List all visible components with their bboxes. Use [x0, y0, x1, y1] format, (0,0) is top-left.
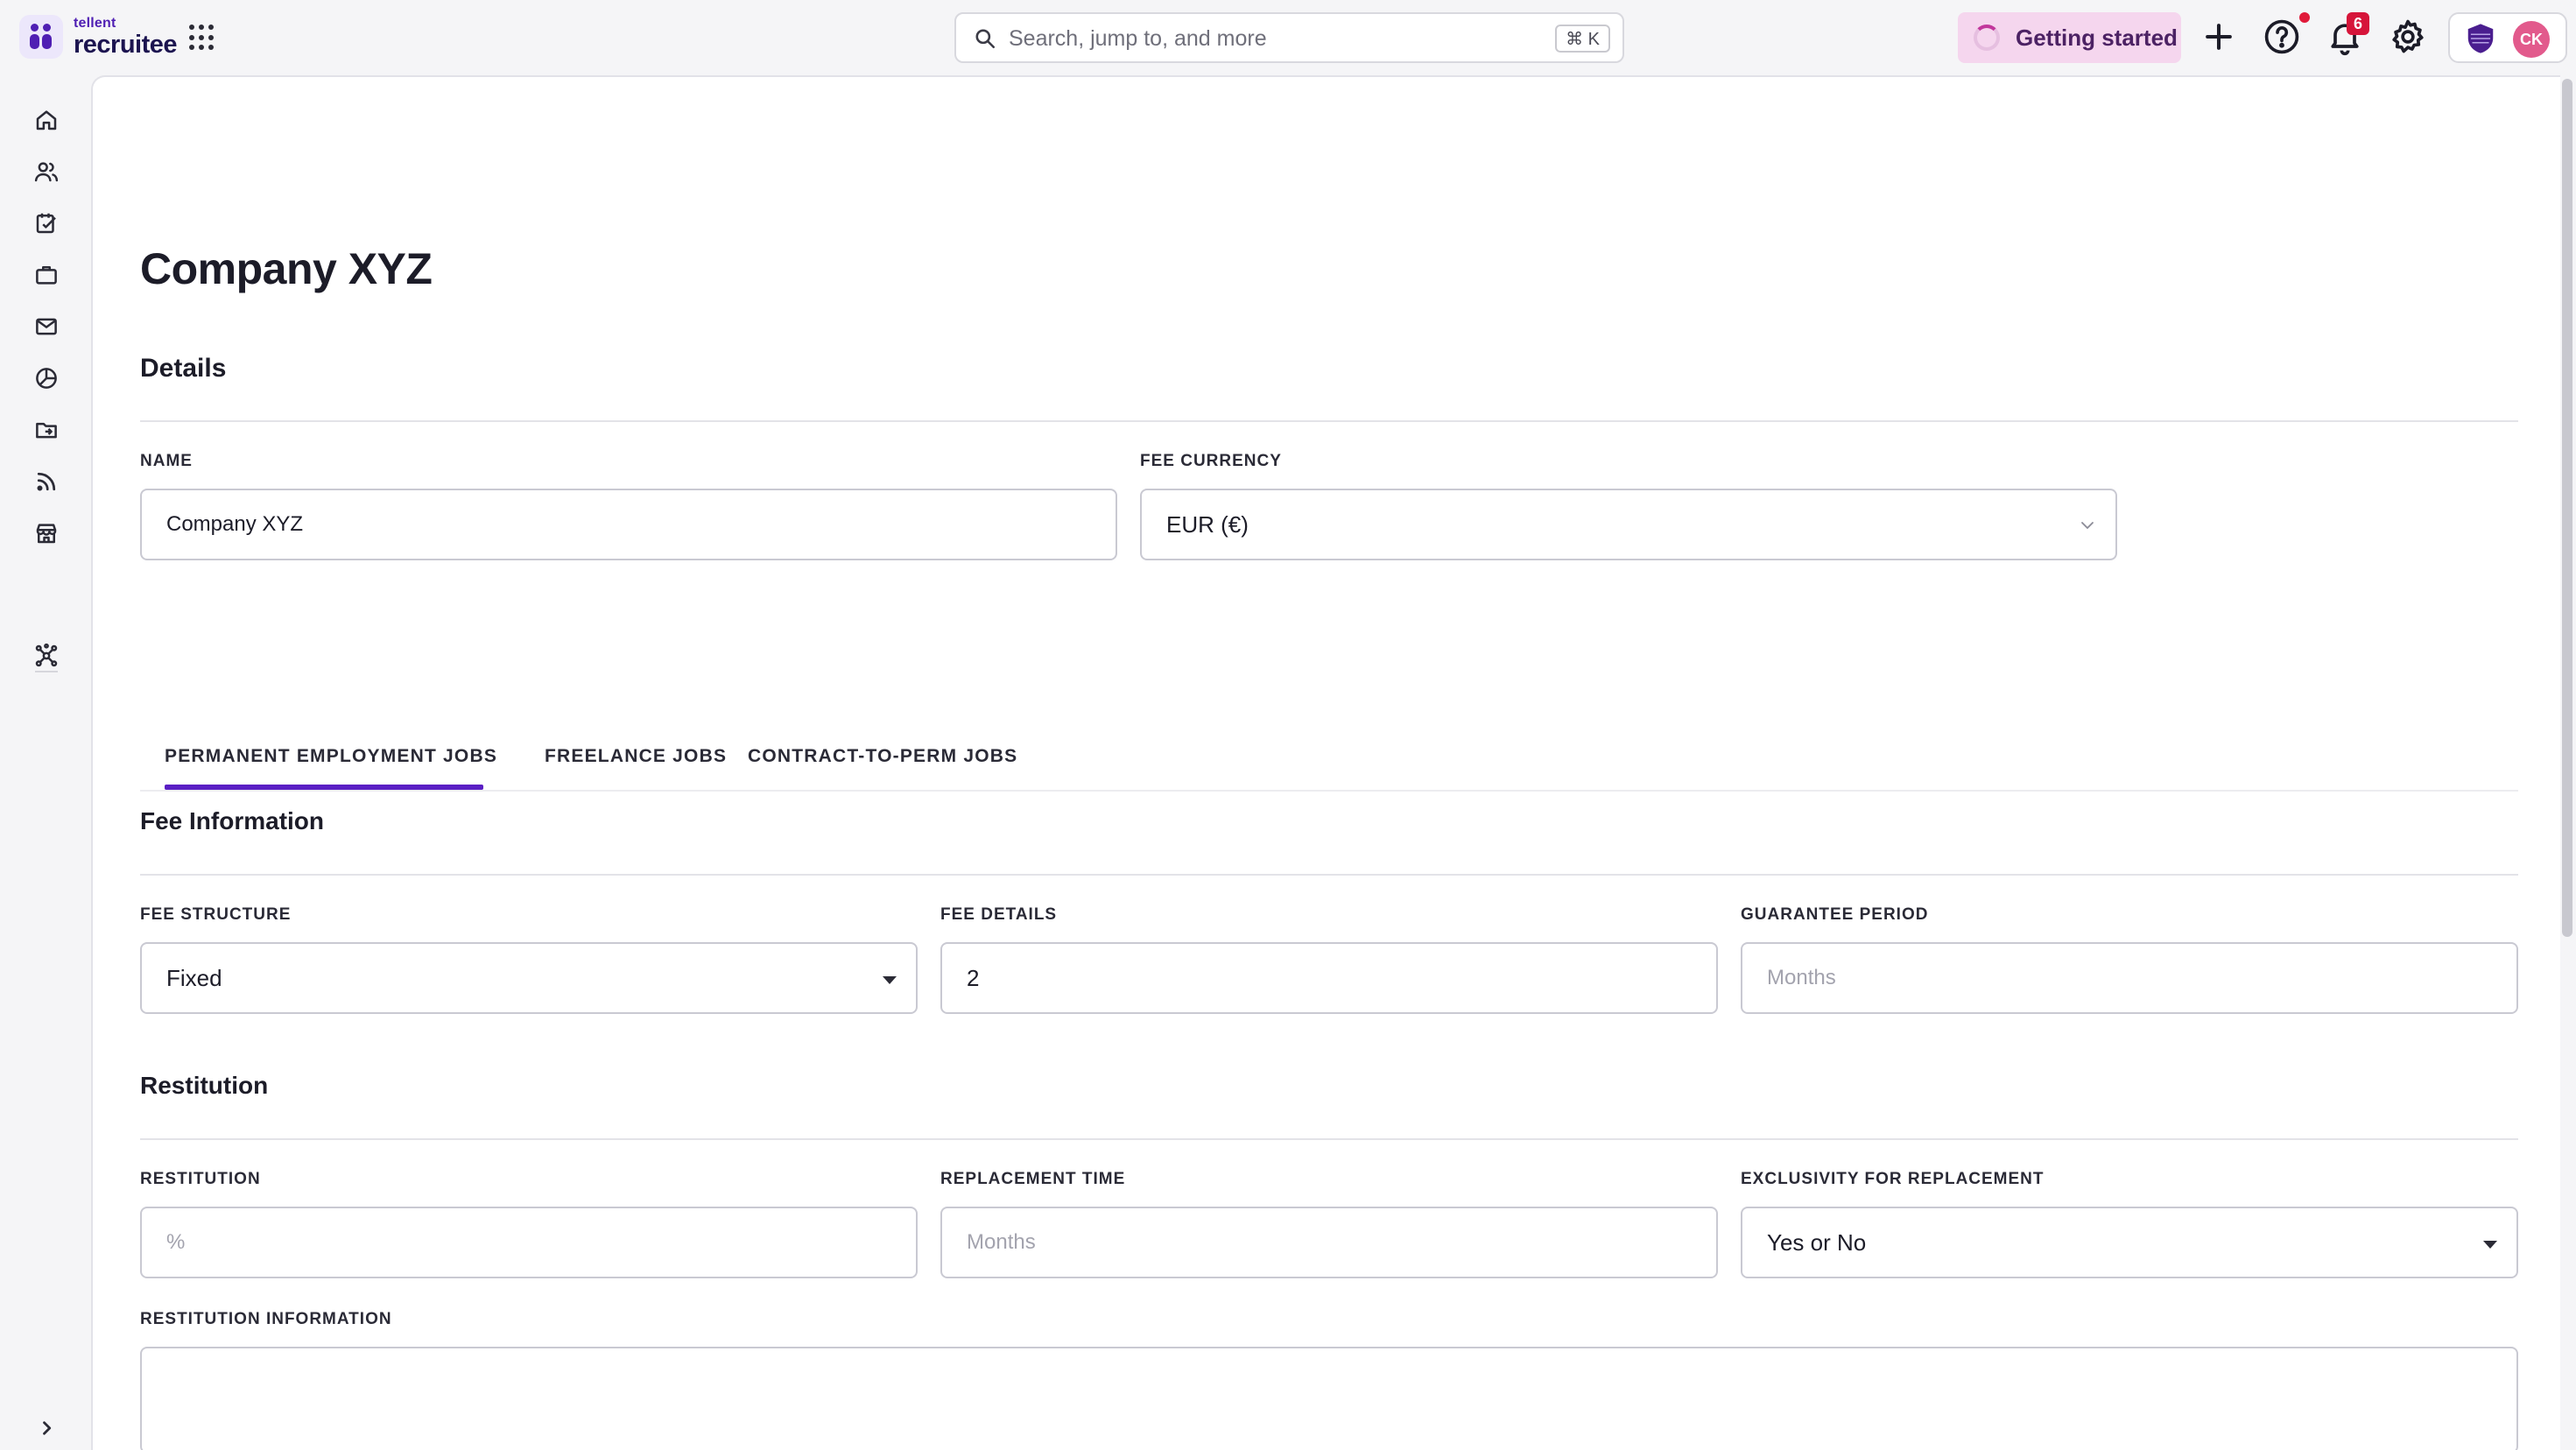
- integrations-icon[interactable]: [33, 643, 60, 669]
- fee-currency-label: FEE CURRENCY: [1140, 452, 1282, 470]
- restitution-heading: Restitution: [140, 1072, 269, 1099]
- user-avatar: CK: [2513, 21, 2550, 58]
- fee-information-heading: Fee Information: [140, 807, 325, 834]
- name-field[interactable]: Company XYZ: [140, 489, 1117, 560]
- active-tab-indicator: [165, 785, 483, 790]
- fee-currency-select[interactable]: EUR (€): [1140, 489, 2117, 560]
- marketplace-icon[interactable]: [33, 520, 60, 546]
- fee-currency-value: EUR (€): [1166, 510, 1249, 538]
- exclusivity-label: EXCLUSIVITY FOR REPLACEMENT: [1741, 1170, 2045, 1188]
- jobs-icon[interactable]: [33, 262, 60, 288]
- logo-tellent-text: tellent: [74, 15, 116, 31]
- restitution-percent-field[interactable]: %: [140, 1207, 918, 1278]
- expand-sidebar-chevron-icon[interactable]: [33, 1415, 60, 1441]
- tab-freelance-jobs[interactable]: FREELANCE JOBS: [545, 746, 727, 767]
- restitution-label: RESTITUTION: [140, 1170, 261, 1188]
- fee-structure-label: FEE STRUCTURE: [140, 905, 292, 924]
- job-type-tabs: PERMANENT EMPLOYMENT JOBS FREELANCE JOBS…: [140, 729, 2518, 792]
- tab-contract-to-perm-jobs[interactable]: CONTRACT-TO-PERM JOBS: [748, 746, 1017, 767]
- tab-permanent-employment-jobs[interactable]: PERMANENT EMPLOYMENT JOBS: [165, 746, 497, 767]
- replacement-time-label: REPLACEMENT TIME: [940, 1170, 1126, 1188]
- candidates-icon[interactable]: [33, 158, 60, 185]
- sidebar-divider: [35, 671, 58, 672]
- progress-ring-icon: [1974, 25, 2000, 51]
- getting-started-label: Getting started: [2016, 25, 2178, 51]
- company-shield-icon: [2467, 24, 2494, 53]
- fee-structure-value: Fixed: [166, 964, 222, 991]
- page-scrollbar[interactable]: [2562, 79, 2572, 937]
- details-divider: [140, 420, 2518, 422]
- help-notification-dot: [2299, 12, 2310, 23]
- replacement-time-field[interactable]: Months: [940, 1207, 1718, 1278]
- sidebar: [0, 75, 91, 1450]
- restitution-information-label: RESTITUTION INFORMATION: [140, 1310, 392, 1328]
- account-switcher[interactable]: CK: [2448, 12, 2567, 63]
- name-label: NAME: [140, 452, 193, 470]
- fee-details-field[interactable]: 2: [940, 942, 1718, 1014]
- reports-icon[interactable]: [33, 365, 60, 391]
- guarantee-period-field[interactable]: Months: [1741, 942, 2518, 1014]
- fee-details-value: 2: [967, 964, 980, 991]
- replacement-time-placeholder: Months: [967, 1230, 1036, 1254]
- getting-started-button[interactable]: Getting started: [1958, 12, 2181, 63]
- search-input[interactable]: Search, jump to, and more ⌘ K: [954, 12, 1624, 63]
- top-bar: tellent recruitee Search, jump to, and m…: [0, 0, 2576, 75]
- feed-icon[interactable]: [33, 468, 60, 495]
- notifications-count-badge: 6: [2347, 12, 2369, 35]
- add-icon[interactable]: [2199, 18, 2238, 56]
- logo-recruitee-text: recruitee: [74, 30, 178, 59]
- main-content: Company XYZ Details NAME Company XYZ FEE…: [91, 75, 2560, 1450]
- guarantee-period-label: GUARANTEE PERIOD: [1741, 905, 1929, 924]
- page-title: Company XYZ: [140, 244, 433, 293]
- exclusivity-value: Yes or No: [1767, 1228, 1867, 1256]
- search-icon: [975, 29, 996, 49]
- name-value: Company XYZ: [166, 512, 304, 536]
- recruitee-logo[interactable]: tellent recruitee: [19, 12, 178, 61]
- fee-information-divider: [140, 874, 2518, 876]
- fee-details-label: FEE DETAILS: [940, 905, 1058, 924]
- search-placeholder: Search, jump to, and more: [1009, 26, 1267, 51]
- home-icon[interactable]: [33, 107, 60, 133]
- restitution-divider: [140, 1138, 2518, 1140]
- help-icon[interactable]: [2263, 18, 2301, 56]
- search-shortcut-hint: ⌘ K: [1555, 25, 1610, 53]
- chevron-down-icon: [2081, 522, 2094, 530]
- restitution-information-textarea[interactable]: [140, 1347, 2518, 1450]
- dropdown-caret-icon: [883, 976, 897, 984]
- dropdown-caret-icon: [2483, 1241, 2497, 1249]
- restitution-placeholder: %: [166, 1230, 186, 1254]
- mail-icon[interactable]: [33, 313, 60, 340]
- guarantee-period-placeholder: Months: [1767, 966, 1836, 989]
- logo-mark-icon: [19, 15, 63, 59]
- fee-structure-select[interactable]: Fixed: [140, 942, 918, 1014]
- settings-gear-icon[interactable]: [2389, 18, 2427, 56]
- tasks-icon[interactable]: [33, 210, 60, 236]
- exclusivity-select[interactable]: Yes or No: [1741, 1207, 2518, 1278]
- folder-icon[interactable]: [33, 417, 60, 443]
- details-heading: Details: [140, 354, 227, 383]
- apps-grid-icon[interactable]: [189, 25, 215, 51]
